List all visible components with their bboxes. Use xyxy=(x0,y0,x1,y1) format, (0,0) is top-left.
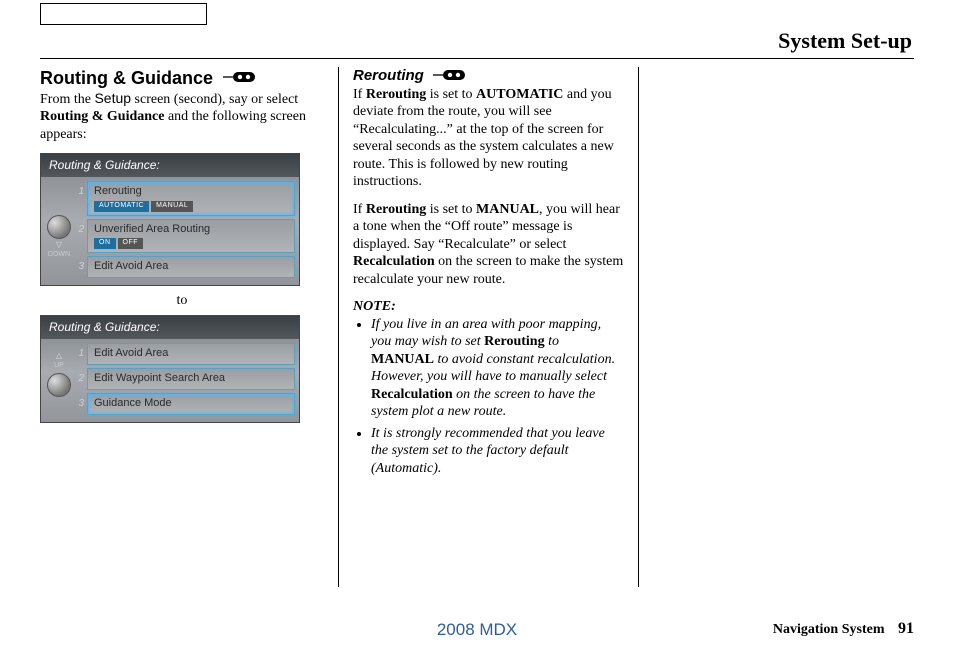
intro-setup-word: Setup xyxy=(94,90,131,106)
ss2-row-2-label: Edit Waypoint Search Area xyxy=(94,372,225,384)
ss1-row-1-num: 1 xyxy=(74,186,84,199)
p1-bold1: Rerouting xyxy=(366,87,426,102)
paragraph-automatic: If Rerouting is set to AUTOMATIC and you… xyxy=(353,86,624,191)
screenshot-1: Routing & Guidance: ▽ DOWN 1 Rerouting xyxy=(40,153,300,286)
ss2-row-1-num: 1 xyxy=(74,348,84,361)
p1-text2: is set to xyxy=(426,87,476,102)
subsection-heading-row: Rerouting xyxy=(353,67,624,86)
header-rule xyxy=(40,58,914,59)
intro-bold: Routing & Guidance xyxy=(40,109,164,124)
screenshot-1-body: ▽ DOWN 1 Rerouting AUTOMATIC MANUAL xyxy=(41,177,299,285)
intro-paragraph: From the Setup screen (second), say or s… xyxy=(40,90,324,144)
page-header-title: System Set-up xyxy=(40,28,914,54)
p2-bold1: Rerouting xyxy=(366,202,426,217)
screenshot-2-rows: 1 Edit Avoid Area 2 Edit Waypoint Search… xyxy=(77,339,299,421)
dial-down-label: DOWN xyxy=(48,251,70,260)
ss1-row-1-label: Rerouting xyxy=(94,185,142,197)
intro-text-1: From the xyxy=(40,92,94,107)
screenshot-2-title: Routing & Guidance: xyxy=(41,316,299,339)
n1-f: Recalculation xyxy=(371,387,453,402)
ss1-row-3-num: 3 xyxy=(74,261,84,274)
ss1-row-1-toggles: AUTOMATIC MANUAL xyxy=(94,201,288,212)
ss1-row-3: 3 Edit Avoid Area xyxy=(87,256,295,278)
toggle-automatic: AUTOMATIC xyxy=(94,201,149,212)
chevron-up-icon: △ xyxy=(56,352,62,360)
p1-text3: and you deviate from the route, you will… xyxy=(353,87,614,190)
ss1-row-3-label: Edit Avoid Area xyxy=(94,260,168,272)
top-empty-box xyxy=(40,3,207,25)
screenshot-2-body: △ UP 1 Edit Avoid Area 2 Edit Waypoint S… xyxy=(41,339,299,421)
intro-text-2: screen (second), say or select xyxy=(131,92,298,107)
between-label: to xyxy=(40,292,324,310)
screenshot-2-dial: △ UP xyxy=(41,339,77,421)
ss1-row-1: 1 Rerouting AUTOMATIC MANUAL xyxy=(87,181,295,216)
n1-d: MANUAL xyxy=(371,352,434,367)
dial-up-label: UP xyxy=(54,362,64,371)
toggle-manual: MANUAL xyxy=(151,201,193,212)
column-3 xyxy=(638,67,898,587)
screenshot-1-dial: ▽ DOWN xyxy=(41,177,77,285)
screenshot-1-title: Routing & Guidance: xyxy=(41,154,299,177)
p2-bold2: MANUAL xyxy=(476,202,539,217)
ss2-row-1: 1 Edit Avoid Area xyxy=(87,343,295,365)
note-item-1: If you live in an area with poor mapping… xyxy=(371,316,624,421)
ss2-row-2-num: 2 xyxy=(74,373,84,386)
dial-knob-icon xyxy=(47,373,71,397)
dial-knob-icon xyxy=(47,215,71,239)
note-item-2: It is strongly recommended that you leav… xyxy=(371,425,624,478)
note-list: If you live in an area with poor mapping… xyxy=(353,316,624,478)
ss1-row-2-num: 2 xyxy=(74,224,84,237)
voice-icon xyxy=(223,70,257,84)
subsection-heading: Rerouting xyxy=(353,67,424,86)
ss2-row-3-num: 3 xyxy=(74,398,84,411)
screenshot-2: Routing & Guidance: △ UP 1 Edit Avoid Ar… xyxy=(40,315,300,422)
page-footer: 2008 MDX Navigation System 91 xyxy=(40,620,914,638)
ss2-row-1-label: Edit Avoid Area xyxy=(94,347,168,359)
p2-text2: is set to xyxy=(426,202,476,217)
p1-bold2: AUTOMATIC xyxy=(476,87,563,102)
section-heading: Routing & Guidance xyxy=(40,67,213,90)
ss1-row-2-toggles: ON OFF xyxy=(94,238,288,249)
footer-model-year: 2008 MDX xyxy=(40,620,914,640)
content-columns: Routing & Guidance From the Setup screen… xyxy=(40,67,914,587)
column-1: Routing & Guidance From the Setup screen… xyxy=(40,67,338,587)
n1-b: Rerouting xyxy=(484,334,544,349)
toggle-off: OFF xyxy=(118,238,144,249)
ss2-row-3: 3 Guidance Mode xyxy=(87,393,295,415)
p2-bold3: Recalculation xyxy=(353,254,435,269)
voice-icon xyxy=(433,68,467,82)
toggle-on: ON xyxy=(94,238,116,249)
ss2-row-3-label: Guidance Mode xyxy=(94,397,172,409)
section-heading-row: Routing & Guidance xyxy=(40,67,324,90)
n1-c: to xyxy=(545,334,559,349)
ss2-row-2: 2 Edit Waypoint Search Area xyxy=(87,368,295,390)
p2-text: If xyxy=(353,202,366,217)
paragraph-manual: If Rerouting is set to MANUAL, you will … xyxy=(353,201,624,289)
screenshot-1-rows: 1 Rerouting AUTOMATIC MANUAL 2 Unverifie… xyxy=(77,177,299,285)
column-2: Rerouting If Rerouting is set to AUTOMAT… xyxy=(338,67,638,587)
p1-text: If xyxy=(353,87,366,102)
ss1-row-2-label: Unverified Area Routing xyxy=(94,223,210,235)
note-label: NOTE: xyxy=(353,298,624,316)
chevron-down-icon: ▽ xyxy=(56,241,62,249)
ss1-row-2: 2 Unverified Area Routing ON OFF xyxy=(87,219,295,254)
